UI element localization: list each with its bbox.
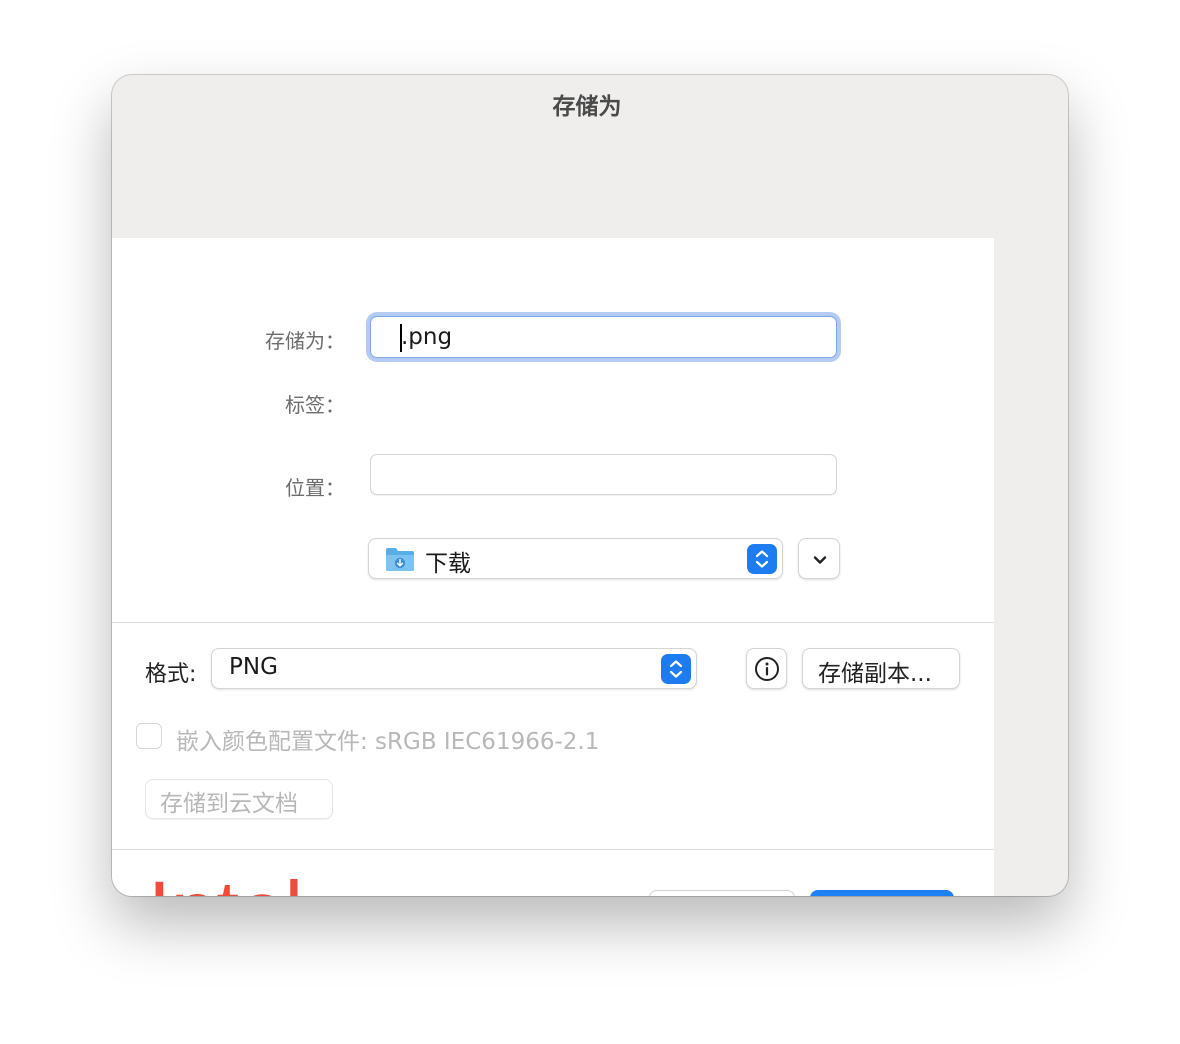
downloads-folder-icon <box>385 546 415 576</box>
format-label: 格式: <box>145 662 197 687</box>
format-text: PNG <box>229 654 278 680</box>
save-panel: 存储为： .png 标签： 位置： 下载 格式: PNG 存储副本... 嵌入颜… <box>112 238 994 896</box>
filename-input[interactable]: .png <box>370 316 837 358</box>
save-copy-button[interactable]: 存储副本... <box>802 648 960 689</box>
expand-browser-button[interactable] <box>798 538 840 579</box>
embed-profile-checkbox[interactable] <box>136 723 162 749</box>
save-copy-label: 存储副本... <box>818 661 932 687</box>
intel-logo: Intel <box>148 870 303 897</box>
location-text: 下载 <box>425 551 471 577</box>
divider <box>112 849 994 850</box>
save-to-cloud-button[interactable]: 存储到云文档 <box>145 779 333 819</box>
cancel-button[interactable]: 取消 <box>649 890 795 896</box>
tags-label: 标签： <box>285 393 345 417</box>
save-as-label: 存储为： <box>265 329 345 353</box>
format-popup[interactable]: PNG <box>211 648 697 689</box>
divider <box>112 622 994 623</box>
save-label: 存储 <box>855 894 901 896</box>
info-icon <box>754 656 780 686</box>
chevron-down-icon <box>810 550 830 574</box>
embed-profile-label: 嵌入颜色配置文件: sRGB IEC61966-2.1 <box>176 729 600 755</box>
dialog-title: 存储为 <box>552 94 622 120</box>
save-dialog: 存储为 存储为： .png 标签： 位置： 下载 格式: PNG 存储副本...… <box>112 75 1068 896</box>
location-popup[interactable]: 下载 <box>368 538 783 579</box>
filename-text: .png <box>401 324 453 350</box>
location-label: 位置： <box>285 476 345 500</box>
format-stepper-icon <box>661 654 691 684</box>
save-button[interactable]: 存储 <box>810 890 954 896</box>
location-stepper-icon <box>747 544 777 574</box>
format-info-button[interactable] <box>746 648 787 689</box>
tags-input[interactable] <box>370 454 837 495</box>
save-to-cloud-label: 存储到云文档 <box>160 791 298 817</box>
